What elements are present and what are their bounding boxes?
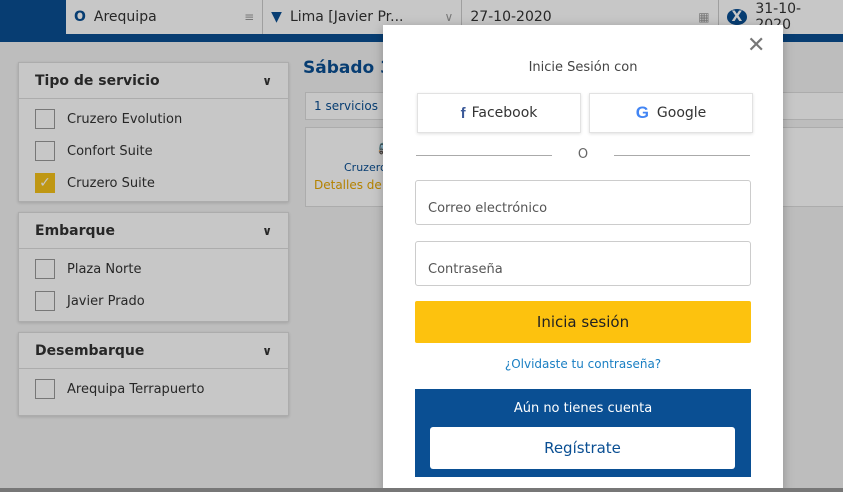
facebook-login-button[interactable]: f Facebook bbox=[417, 93, 581, 133]
register-button[interactable]: Regístrate bbox=[430, 427, 735, 469]
password-field-wrapper bbox=[415, 241, 751, 286]
email-field-wrapper bbox=[415, 180, 751, 225]
login-modal: ✕ Inicie Sesión con f Facebook G Google … bbox=[383, 25, 783, 492]
register-prompt: Aún no tienes cuenta bbox=[513, 401, 653, 416]
close-icon[interactable]: ✕ bbox=[747, 33, 765, 58]
facebook-label: Facebook bbox=[471, 105, 538, 121]
google-label: Google bbox=[656, 105, 707, 121]
password-field[interactable] bbox=[416, 242, 750, 285]
email-field[interactable] bbox=[416, 181, 750, 224]
bottom-divider bbox=[0, 488, 843, 492]
divider-line-right bbox=[614, 155, 750, 156]
modal-title: Inicie Sesión con bbox=[528, 60, 638, 75]
google-icon: G bbox=[635, 103, 649, 122]
facebook-icon: f bbox=[460, 104, 466, 122]
login-button[interactable]: Inicia sesión bbox=[415, 301, 751, 343]
forgot-password-link[interactable]: ¿Olvidaste tu contraseña? bbox=[383, 357, 783, 371]
register-section: Aún no tienes cuenta Regístrate bbox=[415, 389, 751, 477]
google-login-button[interactable]: G Google bbox=[589, 93, 753, 133]
